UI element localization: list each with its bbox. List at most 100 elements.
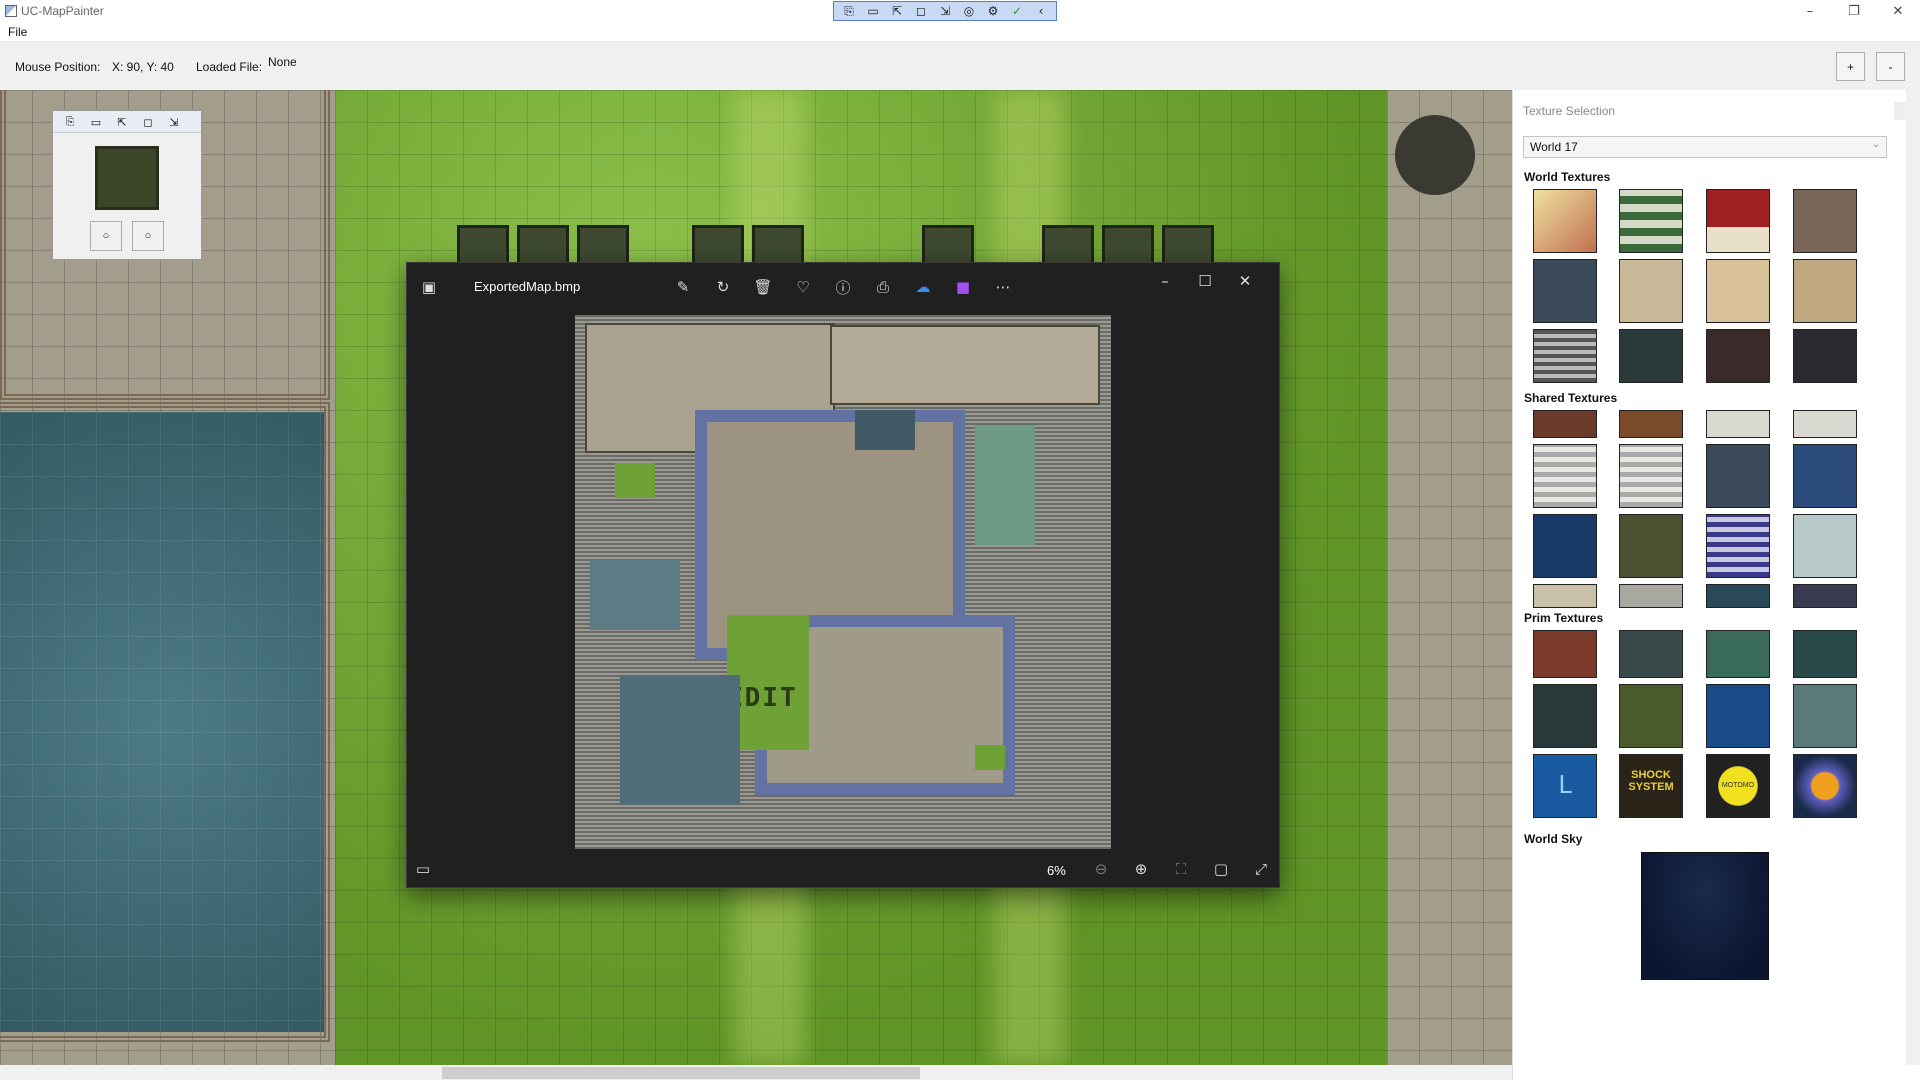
print-icon[interactable]: ⎙ bbox=[873, 277, 893, 297]
texture-tile[interactable] bbox=[1793, 514, 1857, 578]
fullscreen-icon[interactable]: ⤢ bbox=[1251, 859, 1271, 879]
world-select-value: World 17 bbox=[1530, 140, 1578, 154]
texture-tile[interactable] bbox=[1533, 584, 1597, 608]
texture-tile-logo[interactable]: MOTOMO bbox=[1706, 754, 1770, 818]
loaded-file-label: Loaded File: bbox=[196, 60, 263, 74]
minimize-button[interactable]: – bbox=[1788, 0, 1832, 22]
texture-tile[interactable] bbox=[1793, 329, 1857, 383]
texture-tile[interactable] bbox=[1793, 444, 1857, 508]
target-tool-icon[interactable]: ◎ bbox=[957, 3, 981, 19]
close-button[interactable]: ✕ bbox=[1876, 0, 1920, 22]
texture-tile[interactable] bbox=[1619, 584, 1683, 608]
texture-tile[interactable] bbox=[1706, 630, 1770, 678]
collapse-tool-icon[interactable]: ‹ bbox=[1029, 3, 1053, 19]
zoom-in-icon[interactable]: ⊕ bbox=[1131, 859, 1151, 879]
delete-icon[interactable]: 🗑 bbox=[753, 277, 773, 297]
gallery-icon[interactable]: ▣ bbox=[419, 277, 439, 297]
texture-tile[interactable] bbox=[1619, 189, 1683, 253]
loaded-file-value: None bbox=[268, 55, 297, 69]
texture-tile[interactable] bbox=[1793, 754, 1857, 818]
viewer-minimize-icon[interactable]: – bbox=[1155, 271, 1175, 291]
check-tool-icon[interactable]: ✓ bbox=[1005, 3, 1029, 19]
texture-tile[interactable] bbox=[1793, 259, 1857, 323]
world-sky-heading: World Sky bbox=[1524, 832, 1583, 846]
texture-tile[interactable] bbox=[1793, 410, 1857, 438]
panel-scrollbar[interactable] bbox=[1906, 90, 1920, 1065]
texture-tile[interactable] bbox=[1793, 684, 1857, 748]
horizontal-scroll-thumb[interactable] bbox=[442, 1067, 920, 1079]
texture-tile[interactable]: ᒪ bbox=[1533, 754, 1597, 818]
viewer-close-icon[interactable]: ✕ bbox=[1235, 271, 1255, 291]
onedrive-icon[interactable]: ☁ bbox=[913, 277, 933, 297]
texture-tile[interactable] bbox=[1533, 684, 1597, 748]
move-tool-icon[interactable]: ⇲ bbox=[933, 3, 957, 19]
zoom-in-button[interactable]: + bbox=[1836, 52, 1865, 81]
world-sky-preview[interactable] bbox=[1641, 852, 1769, 980]
fit-icon[interactable]: ⛶ bbox=[1171, 859, 1191, 879]
camera-icon[interactable]: ▭ bbox=[85, 113, 107, 131]
filmstrip-icon[interactable]: ▭ bbox=[413, 859, 433, 879]
more-icon[interactable]: ⋯ bbox=[993, 277, 1013, 297]
prim-textures-heading: Prim Textures bbox=[1524, 611, 1604, 625]
texture-tile[interactable] bbox=[1619, 259, 1683, 323]
rotate-icon[interactable]: ↻ bbox=[713, 277, 733, 297]
texture-tile[interactable] bbox=[1533, 514, 1597, 578]
viewer-maximize-icon[interactable]: ☐ bbox=[1195, 271, 1215, 291]
pool-border bbox=[0, 402, 330, 1042]
actual-size-icon[interactable]: ▢ bbox=[1211, 859, 1231, 879]
texture-tile[interactable] bbox=[1533, 189, 1597, 253]
texture-tile[interactable] bbox=[1706, 684, 1770, 748]
texture-tile[interactable] bbox=[1533, 444, 1597, 508]
texture-tile[interactable] bbox=[1619, 684, 1683, 748]
viewer-filename: ExportedMap.bmp bbox=[474, 279, 581, 294]
texture-tile[interactable] bbox=[1533, 630, 1597, 678]
texture-tile[interactable] bbox=[1706, 444, 1770, 508]
select-tool-icon[interactable]: ⇱ bbox=[885, 3, 909, 19]
edit-icon[interactable]: ✎ bbox=[673, 277, 693, 297]
paint-tool-icon[interactable]: ⎘ bbox=[837, 3, 861, 19]
rect-icon[interactable]: ◻ bbox=[137, 113, 159, 131]
texture-tile[interactable] bbox=[1619, 410, 1683, 438]
window-title: UC-MapPainter bbox=[21, 4, 104, 18]
zoom-out-button[interactable]: - bbox=[1876, 52, 1905, 81]
hedge-block bbox=[457, 225, 509, 265]
texture-tile[interactable] bbox=[1793, 584, 1857, 608]
rotate-right-button[interactable]: ○ bbox=[132, 221, 164, 251]
texture-tile-graffiti[interactable]: SHOCK SYSTEM bbox=[1619, 754, 1683, 818]
texture-tile[interactable] bbox=[1619, 630, 1683, 678]
texture-tile[interactable] bbox=[1533, 329, 1597, 383]
texture-tile[interactable] bbox=[1706, 259, 1770, 323]
shared-textures-heading: Shared Textures bbox=[1524, 391, 1618, 405]
maximize-button[interactable]: ❐ bbox=[1832, 0, 1876, 22]
texture-tile[interactable] bbox=[1533, 259, 1597, 323]
camera-tool-icon[interactable]: ▭ bbox=[861, 3, 885, 19]
texture-tile[interactable] bbox=[1619, 329, 1683, 383]
viewer-zoom-level: 6% bbox=[1047, 863, 1066, 878]
mini-tool-window: ⎘ ▭ ⇱ ◻ ⇲ ○ ○ bbox=[52, 110, 202, 260]
texture-tile[interactable] bbox=[1706, 514, 1770, 578]
texture-tile[interactable] bbox=[1619, 514, 1683, 578]
tool-palette: ⎘ ▭ ⇱ ◻ ⇲ ◎ ⚙ ✓ ‹ bbox=[833, 1, 1057, 21]
menu-file[interactable]: File bbox=[8, 25, 27, 39]
texture-tile[interactable] bbox=[1793, 189, 1857, 253]
mouse-position-label: Mouse Position: bbox=[15, 60, 101, 74]
texture-tile[interactable] bbox=[1793, 630, 1857, 678]
info-icon[interactable]: ⓘ bbox=[833, 277, 853, 297]
rotate-left-button[interactable]: ○ bbox=[90, 221, 122, 251]
settings-tool-icon[interactable]: ⚙ bbox=[981, 3, 1005, 19]
texture-tile[interactable] bbox=[1619, 444, 1683, 508]
app-icon bbox=[5, 5, 17, 17]
paint-icon[interactable]: ⎘ bbox=[59, 113, 81, 131]
zoom-out-icon[interactable]: ⊖ bbox=[1091, 859, 1111, 879]
clipchamp-icon[interactable]: ■ bbox=[953, 277, 973, 297]
select-icon[interactable]: ⇱ bbox=[111, 113, 133, 131]
texture-tile[interactable] bbox=[1706, 584, 1770, 608]
texture-tile[interactable] bbox=[1706, 410, 1770, 438]
texture-tile[interactable] bbox=[1706, 189, 1770, 253]
move-icon[interactable]: ⇲ bbox=[163, 113, 185, 131]
rect-tool-icon[interactable]: ◻ bbox=[909, 3, 933, 19]
world-select[interactable]: World 17 ⌄ bbox=[1523, 136, 1887, 158]
texture-tile[interactable] bbox=[1533, 410, 1597, 438]
texture-tile[interactable] bbox=[1706, 329, 1770, 383]
heart-icon[interactable]: ♡ bbox=[793, 277, 813, 297]
